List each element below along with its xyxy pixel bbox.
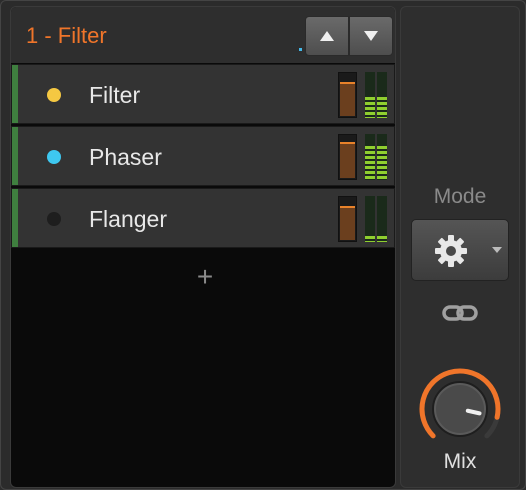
chain-item-label: Phaser — [89, 144, 162, 170]
level-meter — [338, 196, 357, 242]
chain-item[interactable]: Flanger — [11, 188, 395, 248]
chevron-down-icon — [492, 247, 502, 253]
mode-dropdown[interactable] — [411, 219, 509, 281]
chain-item-accent — [12, 65, 18, 123]
chain-panel: 1 - Filter Filter Phaser Flanger + — [10, 6, 396, 488]
mix-label: Mix — [443, 450, 477, 473]
level-meter — [338, 72, 357, 118]
output-meter — [365, 196, 387, 242]
next-preset-button[interactable] — [349, 16, 393, 56]
status-dot[interactable] — [47, 88, 61, 102]
gear-icon — [435, 235, 467, 267]
controls-panel: Mode Mix — [400, 6, 520, 488]
output-meter — [365, 134, 387, 180]
mode-label: Mode — [433, 185, 487, 208]
previous-preset-button[interactable] — [305, 16, 349, 56]
device-panel: 1 - Filter Filter Phaser Flanger + Mode … — [0, 0, 526, 490]
status-dot[interactable] — [47, 212, 61, 226]
chain-list: Filter Phaser Flanger — [11, 64, 395, 250]
link-icon[interactable] — [442, 303, 478, 323]
level-meter — [338, 134, 357, 180]
arrow-down-icon — [364, 31, 378, 41]
mix-knob[interactable] — [416, 367, 504, 451]
chain-item[interactable]: Filter — [11, 64, 395, 124]
output-meter — [365, 72, 387, 118]
chain-item-accent — [12, 189, 18, 247]
chain-item-label: Flanger — [89, 206, 167, 232]
chain-item-label: Filter — [89, 82, 141, 108]
chain-header: 1 - Filter — [11, 7, 395, 63]
add-device-button[interactable]: + — [193, 263, 217, 291]
chain-item-accent — [12, 127, 18, 185]
status-dot[interactable] — [47, 150, 61, 164]
preset-name[interactable]: 1 - Filter — [26, 23, 107, 49]
modulation-indicator — [299, 48, 302, 51]
arrow-up-icon — [320, 31, 334, 41]
chain-item[interactable]: Phaser — [11, 126, 395, 186]
plus-icon: + — [196, 261, 214, 292]
